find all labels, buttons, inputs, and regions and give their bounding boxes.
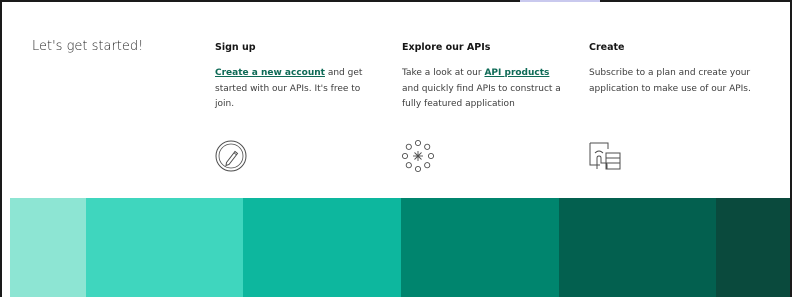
api-products-link[interactable]: API products — [484, 68, 549, 78]
decorative-color-bands — [10, 198, 790, 297]
color-band — [86, 198, 243, 297]
create-section: Create Subscribe to a plan and create yo… — [589, 42, 754, 97]
color-band — [559, 198, 716, 297]
intro-heading: Let's get started! — [32, 39, 144, 54]
touch-screen-icon — [586, 139, 624, 173]
signup-section: Sign up Create a new account and get sta… — [215, 42, 380, 113]
explore-text-after: and quickly find APIs to construct a ful… — [402, 83, 561, 110]
explore-text-before: Take a look at our — [402, 68, 485, 78]
color-band — [716, 198, 790, 297]
color-band — [243, 198, 401, 297]
starburst-icon — [400, 138, 436, 174]
signup-description: Create a new account and get started wit… — [215, 66, 380, 113]
explore-section: Explore our APIs Take a look at our API … — [402, 42, 567, 113]
create-description: Subscribe to a plan and create your appl… — [589, 68, 751, 94]
signup-title: Sign up — [215, 42, 256, 53]
explore-title: Explore our APIs — [402, 42, 491, 53]
top-accent — [520, 0, 600, 2]
pencil-circle-icon — [214, 139, 248, 173]
create-account-link[interactable]: Create a new account — [215, 68, 325, 78]
create-title: Create — [589, 42, 625, 53]
explore-description: Take a look at our API products and quic… — [402, 66, 567, 113]
color-band — [10, 198, 86, 297]
color-band — [401, 198, 559, 297]
